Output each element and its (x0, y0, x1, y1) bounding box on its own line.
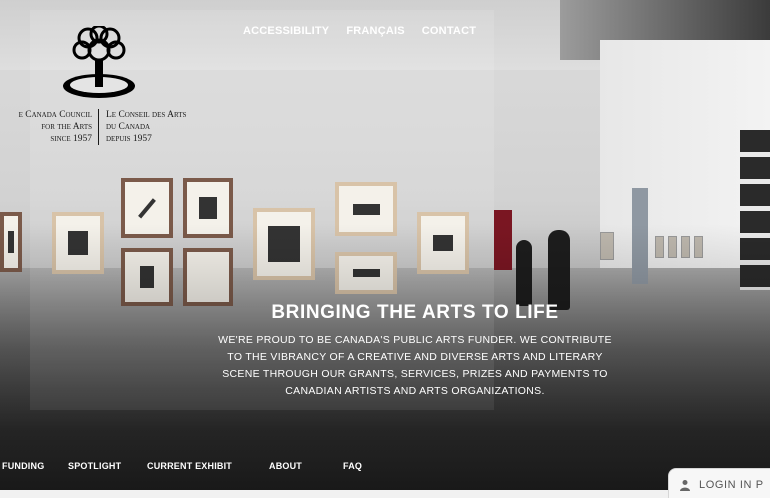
hero-intro: WE'RE PROUD TO BE CANADA'S PUBLIC ARTS F… (205, 332, 625, 400)
logo-fr-line3: depuis 1957 (106, 134, 152, 144)
logo-en-line3: since 1957 (50, 134, 92, 144)
tree-knot-icon (63, 26, 135, 98)
nav-funding[interactable]: FUNDING (2, 461, 44, 471)
hero-intro-line: CANADIAN ARTISTS AND ARTS ORGANIZATIONS. (285, 385, 545, 397)
contact-link[interactable]: CONTACT (422, 25, 476, 37)
hero-intro-line: TO THE VIBRANCY OF A CREATIVE AND DIVERS… (227, 351, 603, 363)
nav-faq[interactable]: FAQ (343, 461, 362, 471)
logo-text-english: e Canada Council for the Arts since 1957 (0, 109, 92, 145)
hero-intro-line: WE'RE PROUD TO BE CANADA'S PUBLIC ARTS F… (218, 334, 612, 346)
logo-en-line1: e Canada Council (18, 110, 92, 120)
logo-text-french: Le Conseil des Arts du Canada depuis 195… (106, 109, 216, 145)
login-label: LOGIN IN P (699, 479, 764, 491)
logo-en-line2: for the Arts (41, 122, 92, 132)
nav-spotlight[interactable]: SPOTLIGHT (68, 461, 121, 471)
nav-about[interactable]: ABOUT (269, 461, 302, 471)
logo-fr-line2: du Canada (106, 122, 151, 132)
login-tab[interactable]: LOGIN IN P (668, 468, 770, 498)
nav-current-exhibit[interactable]: CURRENT EXHIBIT (147, 461, 232, 471)
logo-divider (98, 109, 99, 145)
user-icon (680, 480, 690, 491)
top-nav: ACCESSIBILITY FRANÇAIS CONTACT (243, 25, 476, 37)
hero-intro-line: SCENE THROUGH OUR GRANTS, SERVICES, PRIZ… (222, 368, 608, 380)
logo-fr-line1: Le Conseil des Arts (106, 110, 187, 120)
hero-headline: BRINGING THE ARTS TO LIFE (271, 302, 559, 323)
francais-link[interactable]: FRANÇAIS (346, 25, 404, 37)
accessibility-link[interactable]: ACCESSIBILITY (243, 25, 329, 37)
page-bottom-strip (0, 490, 770, 498)
